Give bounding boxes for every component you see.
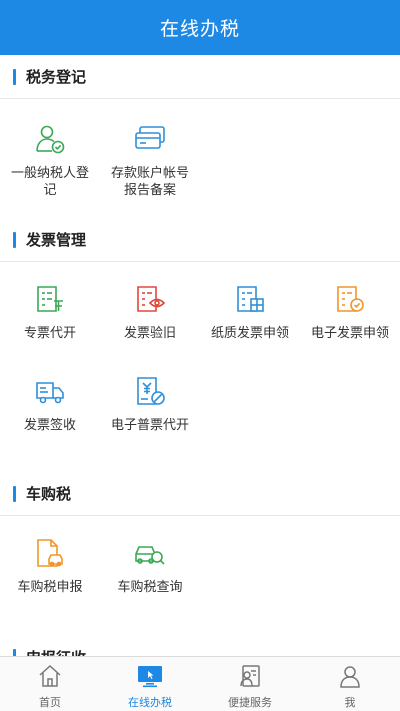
tab-label: 我 bbox=[344, 696, 356, 709]
item-invoice-receipt[interactable]: 发票签收 bbox=[0, 373, 100, 434]
item-label: 专票代开 bbox=[23, 326, 76, 341]
app-header: 在线办税 bbox=[0, 0, 400, 55]
tab-label: 在线办税 bbox=[128, 696, 172, 709]
user-icon bbox=[337, 663, 363, 689]
person-check-icon bbox=[32, 121, 68, 157]
section-accent-bar bbox=[13, 649, 16, 656]
section-title: 税务登记 bbox=[26, 68, 87, 86]
item-paper-invoice-application[interactable]: 纸质发票申领 bbox=[200, 281, 300, 342]
item-vehicle-tax-declaration[interactable]: 车购税申报 bbox=[0, 535, 100, 596]
section-header-declaration-collection: 申报征收 bbox=[0, 635, 400, 656]
monitor-icon bbox=[137, 663, 163, 689]
item-electronic-invoice-application[interactable]: 电子发票申领 bbox=[300, 281, 400, 342]
home-icon bbox=[37, 663, 63, 689]
item-label: 纸质发票申领 bbox=[211, 326, 290, 341]
item-label: 发票验旧 bbox=[123, 326, 176, 341]
bottom-tab-bar: 首页 在线办税 便捷服务 我 bbox=[0, 656, 400, 711]
tab-online-tax[interactable]: 在线办税 bbox=[100, 657, 200, 711]
main-content[interactable]: 税务登记 一般纳税人登记 存款账户帐号报告备案 发票管理 专票代开 发票验旧 纸… bbox=[0, 55, 400, 656]
item-label: 车购税申报 bbox=[17, 580, 83, 595]
item-vehicle-tax-query[interactable]: 车购税查询 bbox=[100, 535, 200, 596]
tab-label: 首页 bbox=[39, 696, 61, 709]
section-accent-bar bbox=[13, 231, 16, 248]
item-general-taxpayer-registration[interactable]: 一般纳税人登记 bbox=[0, 121, 100, 199]
item-invoice-verification[interactable]: 发票验旧 bbox=[100, 281, 200, 342]
tab-label: 便捷服务 bbox=[228, 696, 272, 709]
item-label: 存款账户帐号报告备案 bbox=[111, 166, 190, 198]
item-label: 车购税查询 bbox=[117, 580, 183, 595]
item-label: 电子发票申领 bbox=[311, 326, 390, 341]
invoice-check-icon bbox=[332, 281, 368, 317]
invoice-grid-icon bbox=[232, 281, 268, 317]
invoice-eye-icon bbox=[132, 281, 168, 317]
item-label: 发票签收 bbox=[23, 418, 76, 433]
section-title: 申报征收 bbox=[26, 647, 86, 657]
page-title: 在线办税 bbox=[159, 18, 240, 40]
section-accent-bar bbox=[13, 68, 16, 85]
car-search-icon bbox=[132, 535, 168, 571]
delivery-truck-icon bbox=[32, 373, 68, 409]
item-electronic-general-invoice-issuing[interactable]: 电子普票代开 bbox=[100, 373, 200, 434]
car-document-icon bbox=[32, 535, 68, 571]
section-accent-bar bbox=[13, 485, 16, 502]
tab-convenient-services[interactable]: 便捷服务 bbox=[200, 657, 300, 711]
section-header-tax-registration: 税务登记 bbox=[0, 55, 400, 99]
tab-me[interactable]: 我 bbox=[300, 657, 400, 711]
tab-home[interactable]: 首页 bbox=[0, 657, 100, 711]
bank-card-icon bbox=[132, 121, 168, 157]
item-label: 一般纳税人登记 bbox=[11, 166, 90, 198]
section-header-vehicle-purchase-tax: 车购税 bbox=[0, 472, 400, 516]
item-special-invoice-issuing[interactable]: 专票代开 bbox=[0, 281, 100, 342]
section-header-invoice-management: 发票管理 bbox=[0, 218, 400, 262]
section-title: 发票管理 bbox=[26, 231, 87, 249]
invoice-special-icon bbox=[32, 281, 68, 317]
service-card-icon bbox=[237, 663, 263, 689]
item-label: 电子普票代开 bbox=[111, 418, 190, 433]
yuan-document-icon bbox=[132, 373, 168, 409]
section-title: 车购税 bbox=[26, 485, 72, 503]
item-deposit-account-filing[interactable]: 存款账户帐号报告备案 bbox=[100, 121, 200, 199]
